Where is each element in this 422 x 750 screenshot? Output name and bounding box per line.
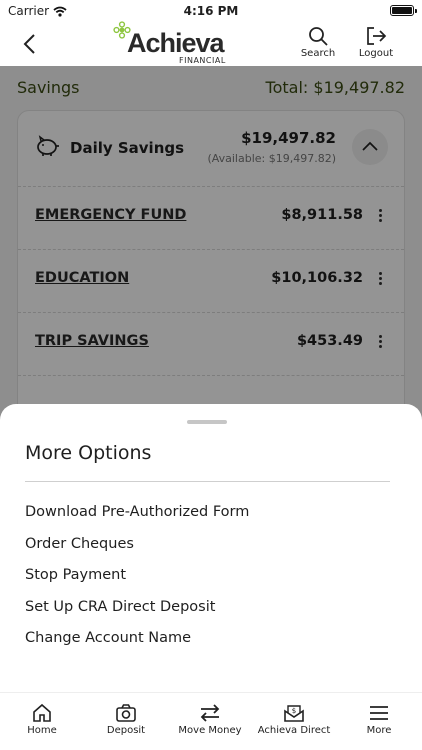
tab-deposit[interactable]: Deposit: [84, 703, 168, 736]
search-button[interactable]: Search: [296, 26, 340, 66]
sheet-grabber[interactable]: [187, 420, 227, 424]
search-icon: [309, 27, 328, 46]
logout-button[interactable]: Logout: [354, 26, 398, 66]
back-button[interactable]: [18, 32, 42, 56]
tab-label: Achieva Direct: [257, 725, 331, 736]
dollar-envelope-icon: $: [284, 705, 304, 722]
chevron-left-icon: [23, 34, 35, 54]
tab-label: Move Money: [178, 725, 242, 736]
option-order-cheques[interactable]: Order Cheques: [25, 536, 134, 562]
search-label: Search: [300, 48, 336, 59]
option-stop-payment[interactable]: Stop Payment: [25, 567, 126, 593]
tab-label: Deposit: [106, 725, 146, 736]
battery-icon: [390, 5, 417, 16]
camera-icon: [116, 704, 136, 722]
menu-icon: [370, 706, 388, 720]
logo-subtext: FINANCIAL: [179, 56, 226, 65]
clock: 4:16 PM: [183, 4, 239, 18]
option-cra-direct-deposit[interactable]: Set Up CRA Direct Deposit: [25, 599, 215, 625]
sheet-divider: [25, 481, 390, 482]
logo-wordmark: Achieva: [127, 28, 225, 58]
tab-bar: Home Deposit Move Money $ Achieva Direct…: [0, 692, 422, 750]
option-download-form[interactable]: Download Pre-Authorized Form: [25, 504, 249, 530]
logout-icon: [367, 27, 387, 45]
tab-label: More: [366, 725, 392, 736]
nav-bar: Achieva FINANCIAL Search Logout: [0, 21, 422, 66]
svg-text:$: $: [292, 707, 296, 715]
tab-achieva-direct[interactable]: $ Achieva Direct: [252, 703, 336, 736]
sheet-title: More Options: [25, 442, 152, 464]
option-change-account-name[interactable]: Change Account Name: [25, 630, 191, 656]
tab-more[interactable]: More: [337, 703, 421, 736]
achieva-logo: Achieva FINANCIAL: [113, 21, 233, 66]
tab-move-money[interactable]: Move Money: [168, 703, 252, 736]
transfer-arrows-icon: [200, 704, 220, 722]
tab-label: Home: [27, 725, 57, 736]
logout-label: Logout: [358, 48, 394, 59]
home-icon: [33, 703, 51, 722]
status-bar: Carrier 4:16 PM: [0, 0, 422, 22]
tab-home[interactable]: Home: [0, 703, 84, 736]
